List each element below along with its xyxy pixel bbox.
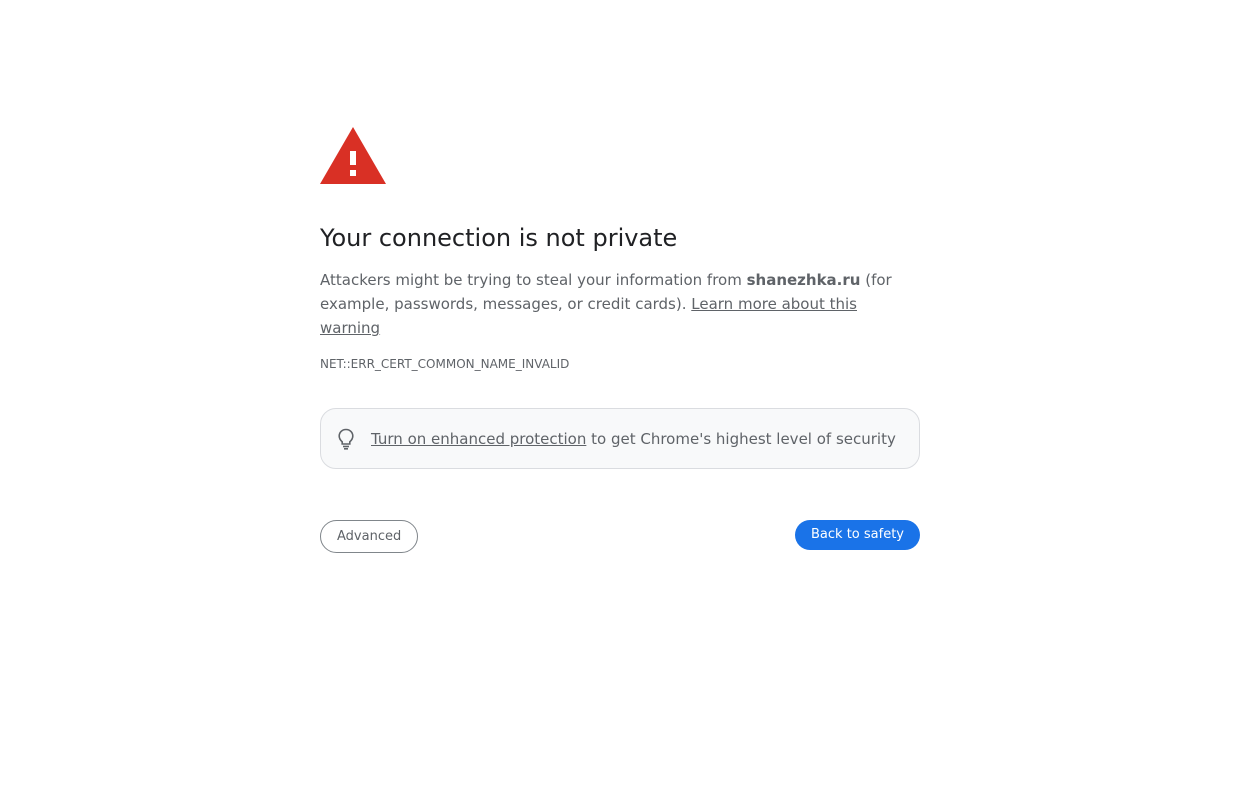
site-host: shanezhka.ru (746, 271, 861, 289)
advanced-button[interactable]: Advanced (320, 520, 419, 553)
back-to-safety-button[interactable]: Back to safety (795, 520, 920, 550)
enhanced-protection-promo: Turn on enhanced protection to get Chrom… (320, 408, 920, 469)
button-row: Advanced Back to safety (320, 520, 920, 554)
enhanced-protection-link[interactable]: Turn on enhanced protection (371, 430, 586, 448)
promo-text: Turn on enhanced protection to get Chrom… (371, 430, 896, 448)
error-code: NET::ERR_CERT_COMMON_NAME_INVALID (320, 357, 570, 371)
warning-triangle-icon (320, 127, 386, 184)
explanation-prefix: Attackers might be trying to steal your … (320, 271, 747, 289)
lightbulb-icon (338, 428, 354, 450)
page-title: Your connection is not private (320, 224, 678, 252)
promo-rest-text: to get Chrome's highest level of securit… (586, 429, 896, 448)
interstitial-page: Your connection is not private Attackers… (320, 127, 920, 554)
explanation-text: Attackers might be trying to steal your … (320, 268, 920, 340)
